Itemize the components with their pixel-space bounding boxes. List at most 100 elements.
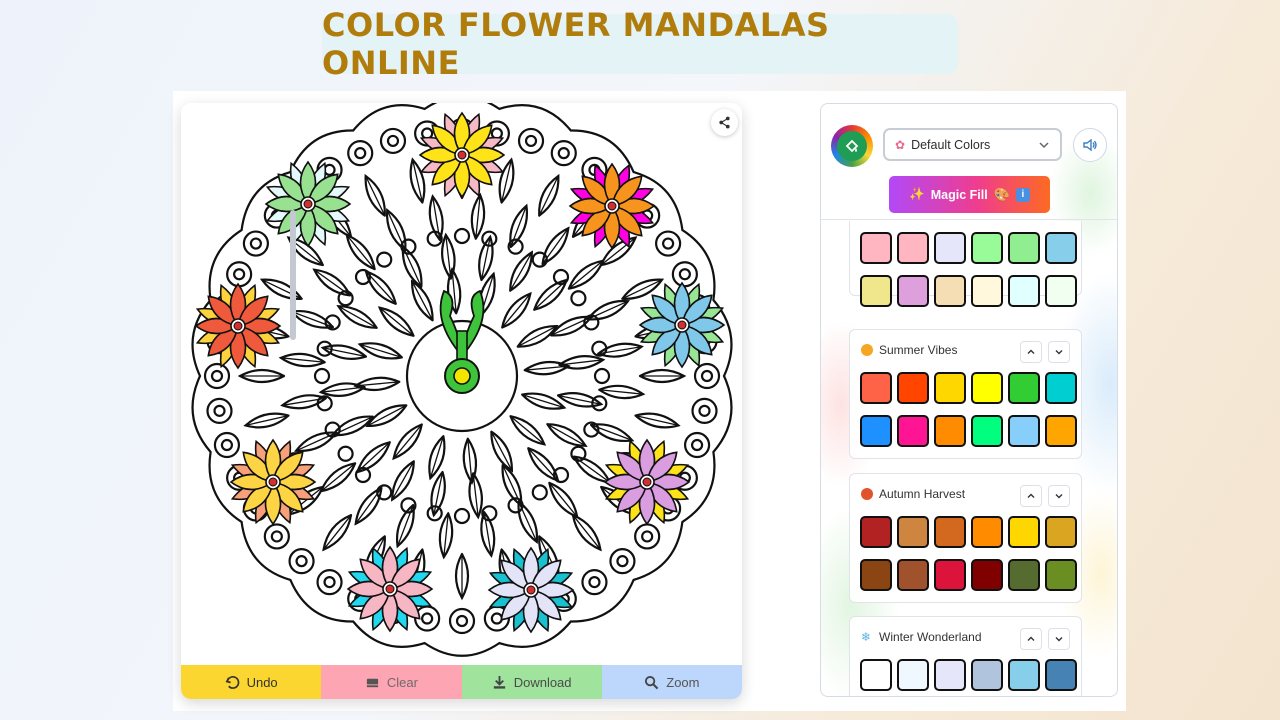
info-icon[interactable]: i [1015, 187, 1030, 202]
mandala-curl [337, 290, 354, 307]
mandala-curl [376, 484, 393, 501]
color-swatch[interactable] [897, 659, 929, 691]
color-swatch[interactable] [1045, 559, 1077, 591]
sparkles-icon: ✨ [909, 187, 925, 201]
color-swatch[interactable] [934, 659, 966, 691]
mandala-swirl [213, 431, 241, 459]
move-up-button[interactable] [1020, 485, 1042, 507]
download-label: Download [513, 674, 572, 690]
color-swatch[interactable] [971, 372, 1003, 404]
clear-button[interactable]: Clear [321, 665, 462, 699]
color-swatch[interactable] [1045, 232, 1077, 264]
magic-fill-button[interactable]: ✨ Magic Fill 🎨 i [889, 176, 1050, 213]
color-swatch[interactable] [1008, 372, 1040, 404]
move-up-button[interactable] [1020, 341, 1042, 363]
palette-group-controls [1020, 341, 1070, 363]
color-swatch[interactable] [1008, 275, 1040, 307]
color-swatch[interactable] [934, 275, 966, 307]
color-swatch[interactable] [971, 415, 1003, 447]
mandala-swirl [263, 523, 290, 550]
color-swatch[interactable] [934, 559, 966, 591]
zoom-button[interactable]: Zoom [601, 665, 742, 699]
color-swatch[interactable] [1008, 559, 1040, 591]
color-swatch[interactable] [860, 372, 892, 404]
share-button[interactable] [711, 109, 738, 136]
mandala-leaf-vein [572, 514, 602, 551]
color-swatch[interactable] [860, 559, 892, 591]
color-swatch[interactable] [860, 516, 892, 548]
undo-button[interactable]: Undo [181, 665, 322, 699]
mandala-swirl-core [698, 404, 711, 417]
color-swatch[interactable] [971, 559, 1003, 591]
mandala-canvas[interactable] [181, 103, 742, 665]
color-swatch[interactable] [1008, 415, 1040, 447]
mandala-swirl-core [700, 369, 714, 383]
flower-center-dot [526, 585, 536, 595]
center-bud [453, 367, 471, 385]
snowflake-icon: ❄ [861, 630, 872, 644]
color-swatch[interactable] [1008, 232, 1040, 264]
color-swatch[interactable] [860, 659, 892, 691]
mandala-swirl-core [386, 134, 400, 148]
palette-icon: ✿ [895, 137, 906, 152]
share-icon [719, 116, 730, 129]
download-button[interactable]: Download [461, 665, 602, 699]
mandala-curl [337, 445, 354, 462]
mandala-swirl [691, 397, 718, 424]
palette-groups-scroll[interactable]: Summer Vibes Autumn Harvest ❄ Winter Wonder… [821, 221, 1117, 696]
palette-emoji-icon: 🎨 [993, 186, 1010, 202]
color-swatch[interactable] [1045, 659, 1077, 691]
color-swatch[interactable] [860, 415, 892, 447]
color-swatch[interactable] [971, 232, 1003, 264]
color-swatch[interactable] [1045, 372, 1077, 404]
color-swatch[interactable] [860, 275, 892, 307]
mandala-swirl [203, 362, 231, 390]
mandala-swirl [655, 230, 682, 257]
mandala-swirl-core [616, 555, 629, 568]
color-swatch[interactable] [934, 232, 966, 264]
mandala-swirl [683, 431, 711, 459]
mandala-swirl-core [421, 612, 434, 625]
color-swatch[interactable] [897, 559, 929, 591]
color-swatch[interactable] [1008, 659, 1040, 691]
color-swatch[interactable] [897, 415, 929, 447]
mandala-leaf-vein [568, 260, 604, 290]
panel-header: ✿ Default Colors ✨ Magic Fill 🎨 i [821, 104, 1117, 220]
move-up-button[interactable] [1020, 628, 1042, 650]
mandala-curl [453, 507, 471, 525]
color-swatch[interactable] [971, 516, 1003, 548]
flower-top [418, 111, 506, 199]
color-swatch[interactable] [971, 275, 1003, 307]
mandala-swirl [448, 607, 476, 635]
color-swatch[interactable] [897, 275, 929, 307]
flower-bottom-center-right [487, 546, 575, 634]
color-swatch[interactable] [897, 232, 929, 264]
sound-toggle-button[interactable] [1073, 128, 1107, 162]
mandala-swirl [550, 140, 577, 167]
palette-group: Summer Vibes [849, 329, 1082, 459]
mandala-swirl [288, 548, 315, 575]
color-swatch[interactable] [934, 372, 966, 404]
move-down-button[interactable] [1048, 628, 1070, 650]
color-swatch[interactable] [860, 232, 892, 264]
color-swatch[interactable] [897, 516, 929, 548]
palette-select[interactable]: ✿ Default Colors [883, 128, 1062, 161]
mandala-swirl [316, 569, 343, 596]
flower-center-dot [268, 477, 278, 487]
move-down-button[interactable] [1048, 341, 1070, 363]
panel-scrollbar[interactable] [290, 210, 296, 340]
color-swatch[interactable] [1045, 275, 1077, 307]
color-swatch[interactable] [1008, 516, 1040, 548]
color-swatch[interactable] [971, 659, 1003, 691]
color-swatch[interactable] [934, 516, 966, 548]
color-swatch[interactable] [897, 372, 929, 404]
color-swatch[interactable] [1045, 415, 1077, 447]
color-swatch[interactable] [934, 415, 966, 447]
palette-group-header: Summer Vibes [861, 343, 957, 357]
flower-center-dot [457, 150, 467, 160]
color-swatch[interactable] [1045, 516, 1077, 548]
move-down-button[interactable] [1048, 485, 1070, 507]
mandala-swirl-core [295, 555, 308, 568]
eraser-icon [366, 678, 378, 687]
palette-group-name: Summer Vibes [879, 343, 958, 357]
